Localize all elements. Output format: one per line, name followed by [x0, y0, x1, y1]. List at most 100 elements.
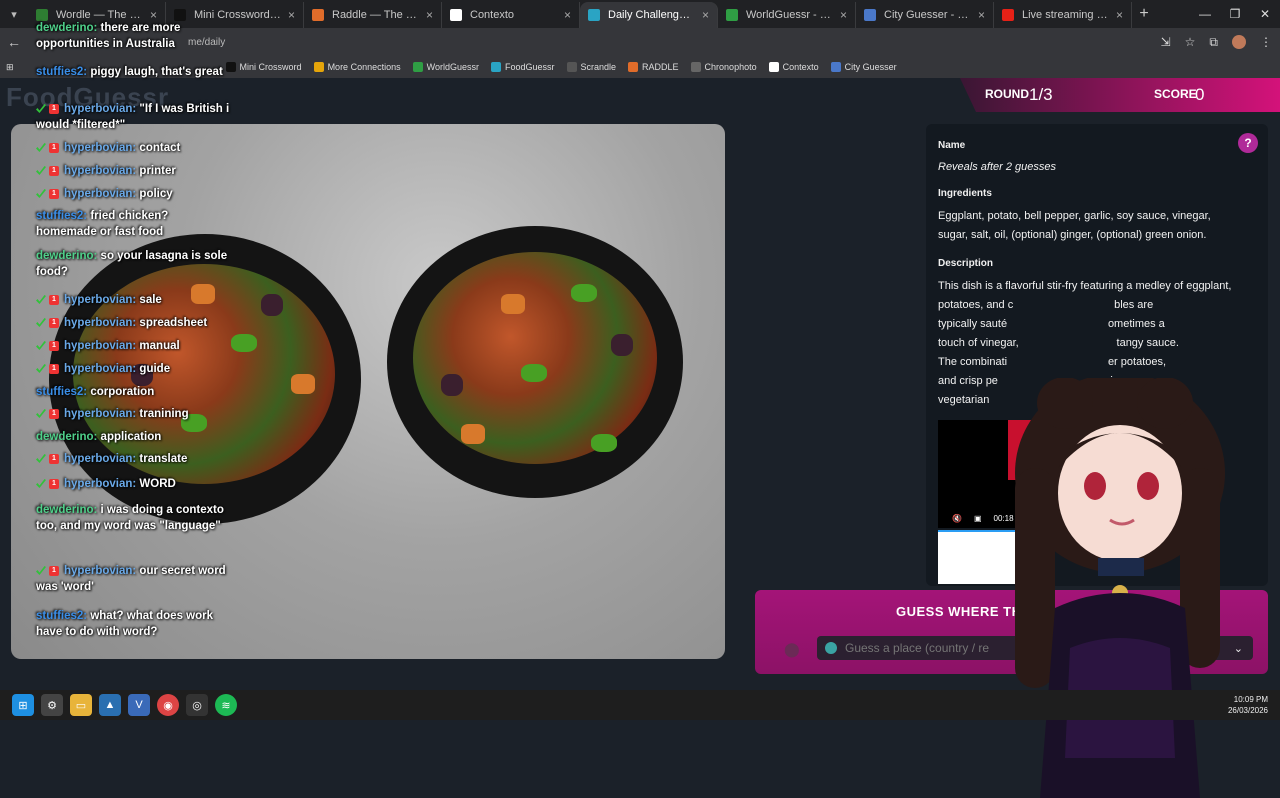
tab-label: Daily Challenge - FoodGu [608, 9, 696, 21]
chat-message: 1 hyperbovian: policy [36, 186, 231, 202]
foodguessr-page: FoodGuessr ROUND 1/3 SCORE 0 ? Name Reve… [0, 22, 1280, 798]
sub-badge-icon: 1 [49, 103, 59, 114]
bookmark-item[interactable]: FoodGuessr [490, 62, 555, 72]
pepper-piece [571, 284, 597, 302]
profile-avatar[interactable] [1232, 35, 1246, 49]
chat-username: dewderino: [36, 504, 98, 516]
chat-username: hyperbovian: [64, 294, 137, 306]
tab-close-icon[interactable]: × [1116, 8, 1123, 22]
score-label: SCORE [1154, 87, 1197, 101]
sub-badge-icon: 1 [49, 478, 59, 489]
chat-username: hyperbovian: [64, 103, 137, 115]
spotify-icon[interactable]: ≋ [215, 694, 237, 716]
bookmark-item[interactable]: Chronophoto [690, 62, 757, 72]
windows-start-icon[interactable]: ⊞ [12, 694, 34, 716]
eggplant-piece [611, 334, 633, 356]
settings-app-icon[interactable]: ⚙ [41, 694, 63, 716]
tab-search-icon[interactable]: ▾ [0, 0, 28, 28]
checkmark-badge-icon [36, 408, 46, 418]
checkmark-badge-icon [36, 142, 46, 152]
system-clock[interactable]: 10:09 PM 26/03/2026 [1228, 694, 1268, 716]
checkmark-badge-icon [36, 294, 46, 304]
chat-message: dewderino: i was doing a contexto too, a… [36, 502, 231, 534]
chat-username: hyperbovian: [64, 408, 137, 420]
mute-icon[interactable]: 🔇 [952, 514, 962, 523]
help-icon[interactable]: ? [1238, 133, 1258, 153]
checkmark-badge-icon [36, 478, 46, 488]
apps-icon[interactable]: ⊞ [6, 62, 14, 73]
description-line: touch of vinegar, tangy sauce. [938, 337, 1179, 349]
bookmark-label: More Connections [327, 62, 401, 72]
bookmark-item[interactable]: WorldGuessr [412, 62, 479, 72]
bookmark-item[interactable]: City Guesser [830, 62, 897, 72]
globe-icon [825, 642, 837, 654]
file-explorer-icon[interactable]: ▭ [70, 694, 92, 716]
bookmark-label: WorldGuessr [426, 62, 479, 72]
bookmark-item[interactable]: RADDLE [628, 62, 679, 72]
chat-message: stuffies2: piggy laugh, that's great [36, 64, 231, 80]
pepper-piece [231, 334, 257, 352]
browser-tab[interactable]: City Guesser - Can you gu × [856, 2, 994, 28]
tab-favicon-icon [312, 9, 324, 21]
tab-favicon-icon [1002, 9, 1014, 21]
chat-text: application [100, 431, 162, 443]
chat-message: 1 hyperbovian: tranining [36, 406, 231, 422]
bookmark-star-icon[interactable]: ☆ [1185, 35, 1196, 49]
round-value: 1/3 [1029, 85, 1053, 104]
browser-tab[interactable]: Contexto × [442, 2, 580, 28]
sub-badge-icon: 1 [49, 142, 59, 153]
chat-message: stuffies2: fried chicken? homemade or fa… [36, 208, 231, 240]
restore-icon[interactable]: ❐ [1220, 0, 1250, 28]
tab-label: Raddle — The Word Tran [332, 9, 420, 21]
chat-message: dewderino: application [36, 429, 231, 445]
photos-app-icon[interactable]: ▲ [99, 694, 121, 716]
install-icon[interactable]: ⇲ [1161, 35, 1171, 49]
checkmark-badge-icon [36, 165, 46, 175]
tab-close-icon[interactable]: × [426, 8, 433, 22]
eggplant-piece [261, 294, 283, 316]
minimize-icon[interactable]: — [1190, 0, 1220, 28]
back-icon[interactable]: ← [0, 34, 28, 50]
bookmark-item[interactable]: Scrandle [566, 62, 616, 72]
sub-badge-icon: 1 [49, 165, 59, 176]
obs-icon[interactable]: ◎ [186, 694, 208, 716]
tab-close-icon[interactable]: × [702, 8, 709, 22]
tab-close-icon[interactable]: × [564, 8, 571, 22]
tab-label: Live streaming - YouTube [1022, 9, 1110, 21]
tab-close-icon[interactable]: × [840, 8, 847, 22]
browser-tab[interactable]: WorldGuessr - Play Geog × [718, 2, 856, 28]
tab-favicon-icon [726, 9, 738, 21]
tab-label: City Guesser - Can you gu [884, 9, 972, 21]
tab-label: Contexto [470, 9, 515, 21]
chat-username: hyperbovian: [64, 188, 137, 200]
menu-icon[interactable]: ⋮ [1260, 35, 1272, 49]
bookmark-favicon-icon [768, 62, 779, 72]
checkmark-badge-icon [36, 363, 46, 373]
bookmark-item[interactable]: More Connections [313, 62, 401, 72]
sub-badge-icon: 1 [49, 188, 59, 199]
chat-message: stuffies2: corporation [36, 384, 231, 400]
chat-username: dewderino: [36, 22, 98, 34]
bookmark-favicon-icon [566, 62, 577, 72]
os-taskbar: ⊞ ⚙ ▭ ▲ V ◉ ◎ ≋ 10:09 PM 26/03/2026 [0, 690, 1280, 720]
bookmark-item[interactable]: Contexto [768, 62, 819, 72]
tab-close-icon[interactable]: × [978, 8, 985, 22]
checkmark-badge-icon [36, 188, 46, 198]
close-window-icon[interactable]: ✕ [1250, 0, 1280, 28]
bookmark-item[interactable]: Mini Crossword [225, 62, 302, 72]
bookmark-label: Contexto [782, 62, 819, 72]
vtuber-app-icon[interactable]: V [128, 694, 150, 716]
chat-text: manual [139, 340, 180, 352]
chat-text: translate [139, 453, 188, 465]
tab-favicon-icon [588, 9, 600, 21]
chat-username: hyperbovian: [64, 478, 137, 490]
sub-badge-icon: 1 [49, 408, 59, 419]
chrome-icon[interactable]: ◉ [157, 694, 179, 716]
browser-tab[interactable]: Raddle — The Word Tran × [304, 2, 442, 28]
chat-username: dewderino: [36, 250, 98, 262]
browser-tab[interactable]: Daily Challenge - FoodGu × [580, 2, 718, 28]
new-tab-button[interactable]: + [1132, 5, 1156, 23]
extensions-icon[interactable]: ⧉ [1209, 35, 1218, 50]
browser-tab[interactable]: Live streaming - YouTube × [994, 2, 1132, 28]
tab-close-icon[interactable]: × [288, 8, 295, 22]
